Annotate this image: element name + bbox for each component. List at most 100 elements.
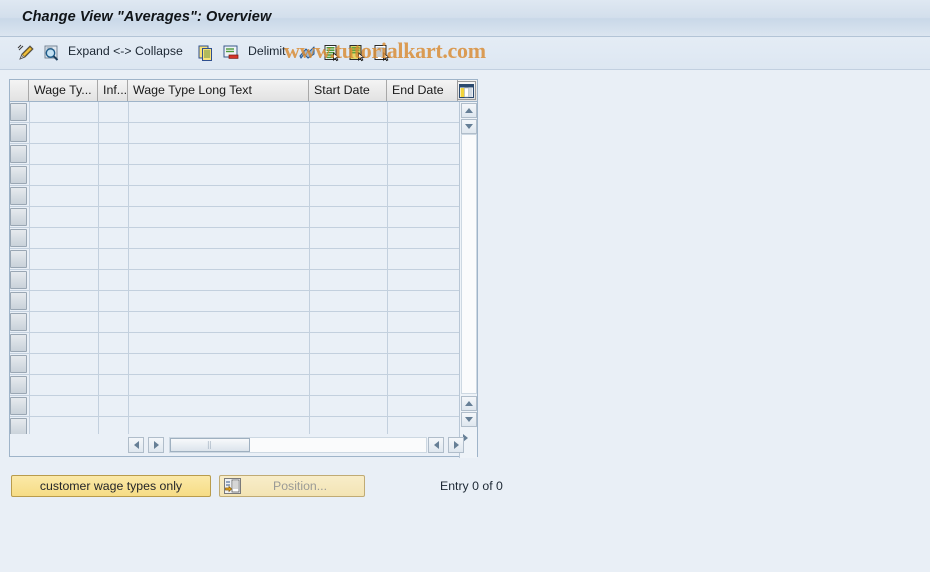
cell-divider xyxy=(98,396,99,417)
cell-divider xyxy=(309,186,310,207)
cell-divider xyxy=(29,270,30,291)
table-row[interactable] xyxy=(10,186,459,207)
cell-divider xyxy=(128,270,129,291)
table-row[interactable] xyxy=(10,354,459,375)
table-row[interactable] xyxy=(10,291,459,312)
cell-divider xyxy=(29,207,30,228)
row-selector-button[interactable] xyxy=(10,208,27,226)
cell-divider xyxy=(387,102,388,123)
table-row[interactable] xyxy=(10,249,459,270)
vertical-scrollbar[interactable] xyxy=(459,102,477,458)
row-selector-button[interactable] xyxy=(10,187,27,205)
cell-divider xyxy=(387,312,388,333)
cell-divider xyxy=(29,333,30,354)
cell-divider xyxy=(128,375,129,396)
row-selector-button[interactable] xyxy=(10,145,27,163)
horizontal-scrollbar[interactable]: ⣿ xyxy=(10,434,464,456)
select-all-icon[interactable] xyxy=(322,42,342,64)
row-selector-button[interactable] xyxy=(10,313,27,331)
row-selector-button[interactable] xyxy=(10,376,27,394)
scroll-down-bottom-button[interactable] xyxy=(461,412,477,427)
delimit-button[interactable]: Delimit xyxy=(248,44,286,58)
scroll-right-end-button[interactable] xyxy=(448,437,464,453)
customer-wage-types-only-button[interactable]: customer wage types only xyxy=(11,475,211,497)
cell-divider xyxy=(128,333,129,354)
cell-divider xyxy=(128,396,129,417)
row-selector-button[interactable] xyxy=(10,397,27,415)
table-settings-icon[interactable] xyxy=(457,81,476,100)
sap-screen: Change View "Averages": Overview Expand xyxy=(0,0,930,572)
scroll-up-bottom-button[interactable] xyxy=(461,396,477,411)
cell-divider xyxy=(309,207,310,228)
table-row[interactable] xyxy=(10,123,459,144)
cell-divider xyxy=(309,102,310,123)
table-row[interactable] xyxy=(10,270,459,291)
cell-divider xyxy=(309,228,310,249)
vertical-scroll-track[interactable] xyxy=(461,134,477,394)
table-header-infotype[interactable]: Inf... xyxy=(98,80,128,101)
table-header-end-date[interactable]: End Date xyxy=(387,80,458,101)
position-button-label: Position... xyxy=(273,479,327,493)
row-selector-button[interactable] xyxy=(10,250,27,268)
cell-divider xyxy=(309,396,310,417)
display-change-icon[interactable] xyxy=(16,42,36,64)
row-selector-button[interactable] xyxy=(10,166,27,184)
cell-divider xyxy=(309,249,310,270)
page-title: Change View "Averages": Overview xyxy=(22,9,272,25)
row-selector-button[interactable] xyxy=(10,334,27,352)
table-header-wage-type[interactable]: Wage Ty... xyxy=(29,80,98,101)
table-header-long-text[interactable]: Wage Type Long Text xyxy=(128,80,309,101)
row-selector-button[interactable] xyxy=(10,103,27,121)
table-row[interactable] xyxy=(10,375,459,396)
expand-collapse-button[interactable]: Expand <-> Collapse xyxy=(68,44,183,58)
table-row[interactable] xyxy=(10,396,459,417)
cell-divider xyxy=(29,186,30,207)
horizontal-scroll-thumb[interactable]: ⣿ xyxy=(170,438,250,452)
table-header-selector[interactable] xyxy=(10,80,29,101)
table-row[interactable] xyxy=(10,207,459,228)
row-selector-button[interactable] xyxy=(10,271,27,289)
copy-as-icon[interactable] xyxy=(196,42,216,64)
arrow-left-icon xyxy=(433,441,439,449)
table-row[interactable] xyxy=(10,165,459,186)
scroll-right-button[interactable] xyxy=(148,437,164,453)
table-row[interactable] xyxy=(10,102,459,123)
row-selector-button[interactable] xyxy=(10,355,27,373)
cell-divider xyxy=(309,144,310,165)
undo-icon[interactable] xyxy=(297,42,317,64)
details-magnifier-icon[interactable] xyxy=(41,42,61,64)
table-header-start-date[interactable]: Start Date xyxy=(309,80,387,101)
row-selector-button[interactable] xyxy=(10,124,27,142)
arrow-right-icon xyxy=(153,441,159,449)
cell-divider xyxy=(387,144,388,165)
table-row[interactable] xyxy=(10,228,459,249)
deselect-all-icon[interactable] xyxy=(347,42,367,64)
row-selector-button[interactable] xyxy=(10,229,27,247)
scroll-up-top-button[interactable] xyxy=(461,103,477,118)
cell-divider xyxy=(387,396,388,417)
delete-icon[interactable] xyxy=(221,42,241,64)
select-block-icon[interactable] xyxy=(372,42,392,64)
data-table: Wage Ty... Inf... Wage Type Long Text St… xyxy=(9,79,478,458)
table-row[interactable] xyxy=(10,144,459,165)
scroll-left-end-button[interactable] xyxy=(428,437,444,453)
cell-divider xyxy=(98,312,99,333)
cell-divider xyxy=(387,123,388,144)
cell-divider xyxy=(387,270,388,291)
cell-divider xyxy=(387,375,388,396)
cell-divider xyxy=(98,375,99,396)
cell-divider xyxy=(309,333,310,354)
cell-divider xyxy=(98,123,99,144)
table-row[interactable] xyxy=(10,333,459,354)
arrow-down-icon xyxy=(465,124,473,129)
position-button[interactable]: Position... xyxy=(219,475,365,497)
table-row[interactable] xyxy=(10,312,459,333)
cell-divider xyxy=(309,375,310,396)
scroll-down-top-button[interactable] xyxy=(461,119,477,134)
entry-status: Entry 0 of 0 xyxy=(440,479,503,493)
cell-divider xyxy=(128,291,129,312)
scroll-left-button[interactable] xyxy=(128,437,144,453)
row-selector-button[interactable] xyxy=(10,292,27,310)
cell-divider xyxy=(128,186,129,207)
horizontal-scroll-track[interactable]: ⣿ xyxy=(169,437,427,453)
